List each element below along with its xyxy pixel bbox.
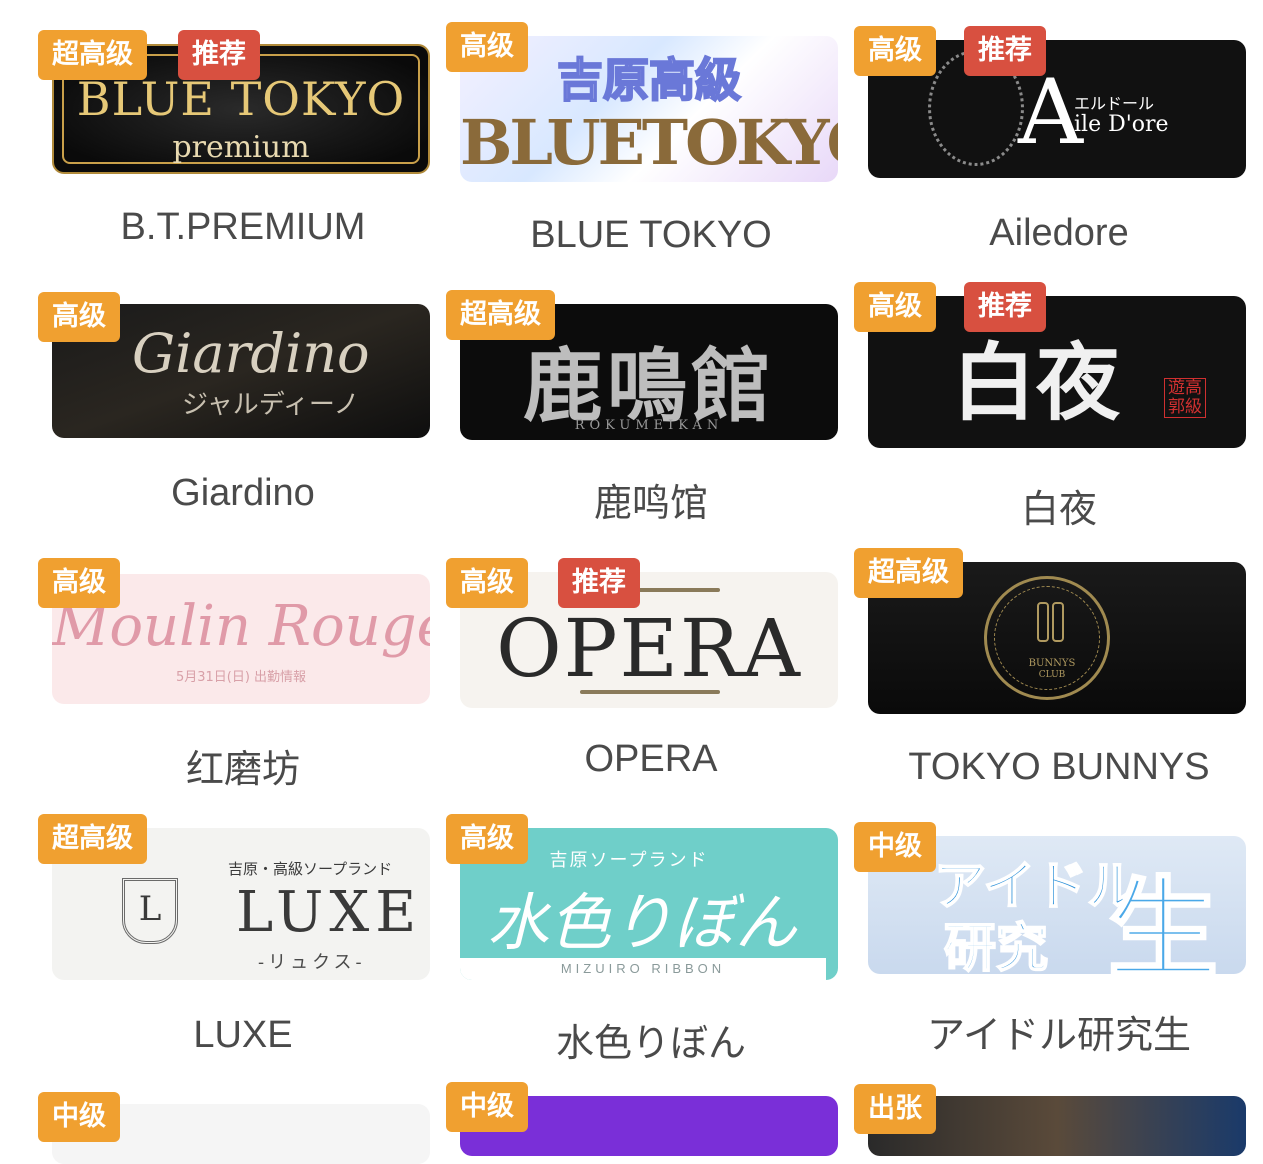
recommend-badge: 推荐 [964,26,1046,76]
tier-badge: 超高级 [38,814,147,864]
logo-text-line1: OPERA [496,602,802,695]
tier-badge: 超高级 [446,290,555,340]
shop-name[interactable]: 鹿鸣馆 [446,472,856,527]
shop-name[interactable]: 水色りぼん [446,1012,856,1067]
logo-stamp: 遊高郭級 [1164,378,1206,418]
shop-name[interactable]: 红磨坊 [38,738,448,793]
shop-name[interactable]: TOKYO BUNNYS [854,746,1263,789]
logo-text-line2: premium [172,130,310,165]
shop-name[interactable]: BLUE TOKYO [446,214,856,257]
shop-name[interactable]: LUXE [38,1014,448,1057]
tier-badge: 高级 [446,814,528,864]
logo-text-line2: 5月31日(日) 出勤情報 [175,670,307,685]
recommend-badge: 推荐 [964,282,1046,332]
shop-name[interactable]: アイドル研究生 [854,1004,1263,1059]
logo-text-line2: ROKUMEIKAN [574,418,724,433]
logo-text-line2: CLUB [1038,670,1066,680]
logo-text-line2: ile D'ore [1074,112,1169,137]
logo-text-line1: Giardino [132,322,370,385]
tier-badge: 中级 [854,822,936,872]
logo-text-line3: MIZUIRO RIBBON [460,958,826,980]
logo-text-line1: 吉原・高級ソープランド [228,860,393,878]
shop-name[interactable]: Ailedore [854,212,1263,255]
logo-initial: L [122,878,178,944]
recommend-badge: 推荐 [178,30,260,80]
shop-name[interactable]: Giardino [38,472,448,515]
tier-badge: 中级 [38,1092,120,1142]
shop-name[interactable]: OPERA [446,738,856,781]
tier-badge: 高级 [854,282,936,332]
tier-badge: 高级 [854,26,936,76]
recommend-badge: 推荐 [558,558,640,608]
logo-text-line1: BLUE TOKYO [76,72,406,126]
tier-badge: 超高级 [38,30,147,80]
tier-badge: 高级 [38,558,120,608]
tier-badge: 出张 [854,1084,936,1134]
logo-text-line2: LUXE [236,880,423,945]
tier-badge: 高级 [38,292,120,342]
logo-text-line2: 研究 [943,918,1049,974]
tier-badge: 超高级 [854,548,963,598]
logo-text-line3: 生 [1107,865,1220,975]
logo-text-line2: BLUETOKYO [460,106,838,179]
logo-text-line1: 白夜 [952,333,1121,432]
logo-text-line2: 水色りぼん [486,886,797,959]
tier-badge: 高级 [446,558,528,608]
tier-badge: 高级 [446,22,528,72]
shop-name[interactable]: 白夜 [854,478,1263,533]
logo-text-line1: BUNNYS [1028,658,1076,669]
tier-badge: 中级 [446,1082,528,1132]
logo-text-line1: エルドール [1074,94,1155,113]
shop-name[interactable]: B.T.PREMIUM [38,206,448,249]
logo-text-line2: ジャルディーノ [182,390,360,420]
logo-text-line3: -リュクス- [258,952,366,973]
